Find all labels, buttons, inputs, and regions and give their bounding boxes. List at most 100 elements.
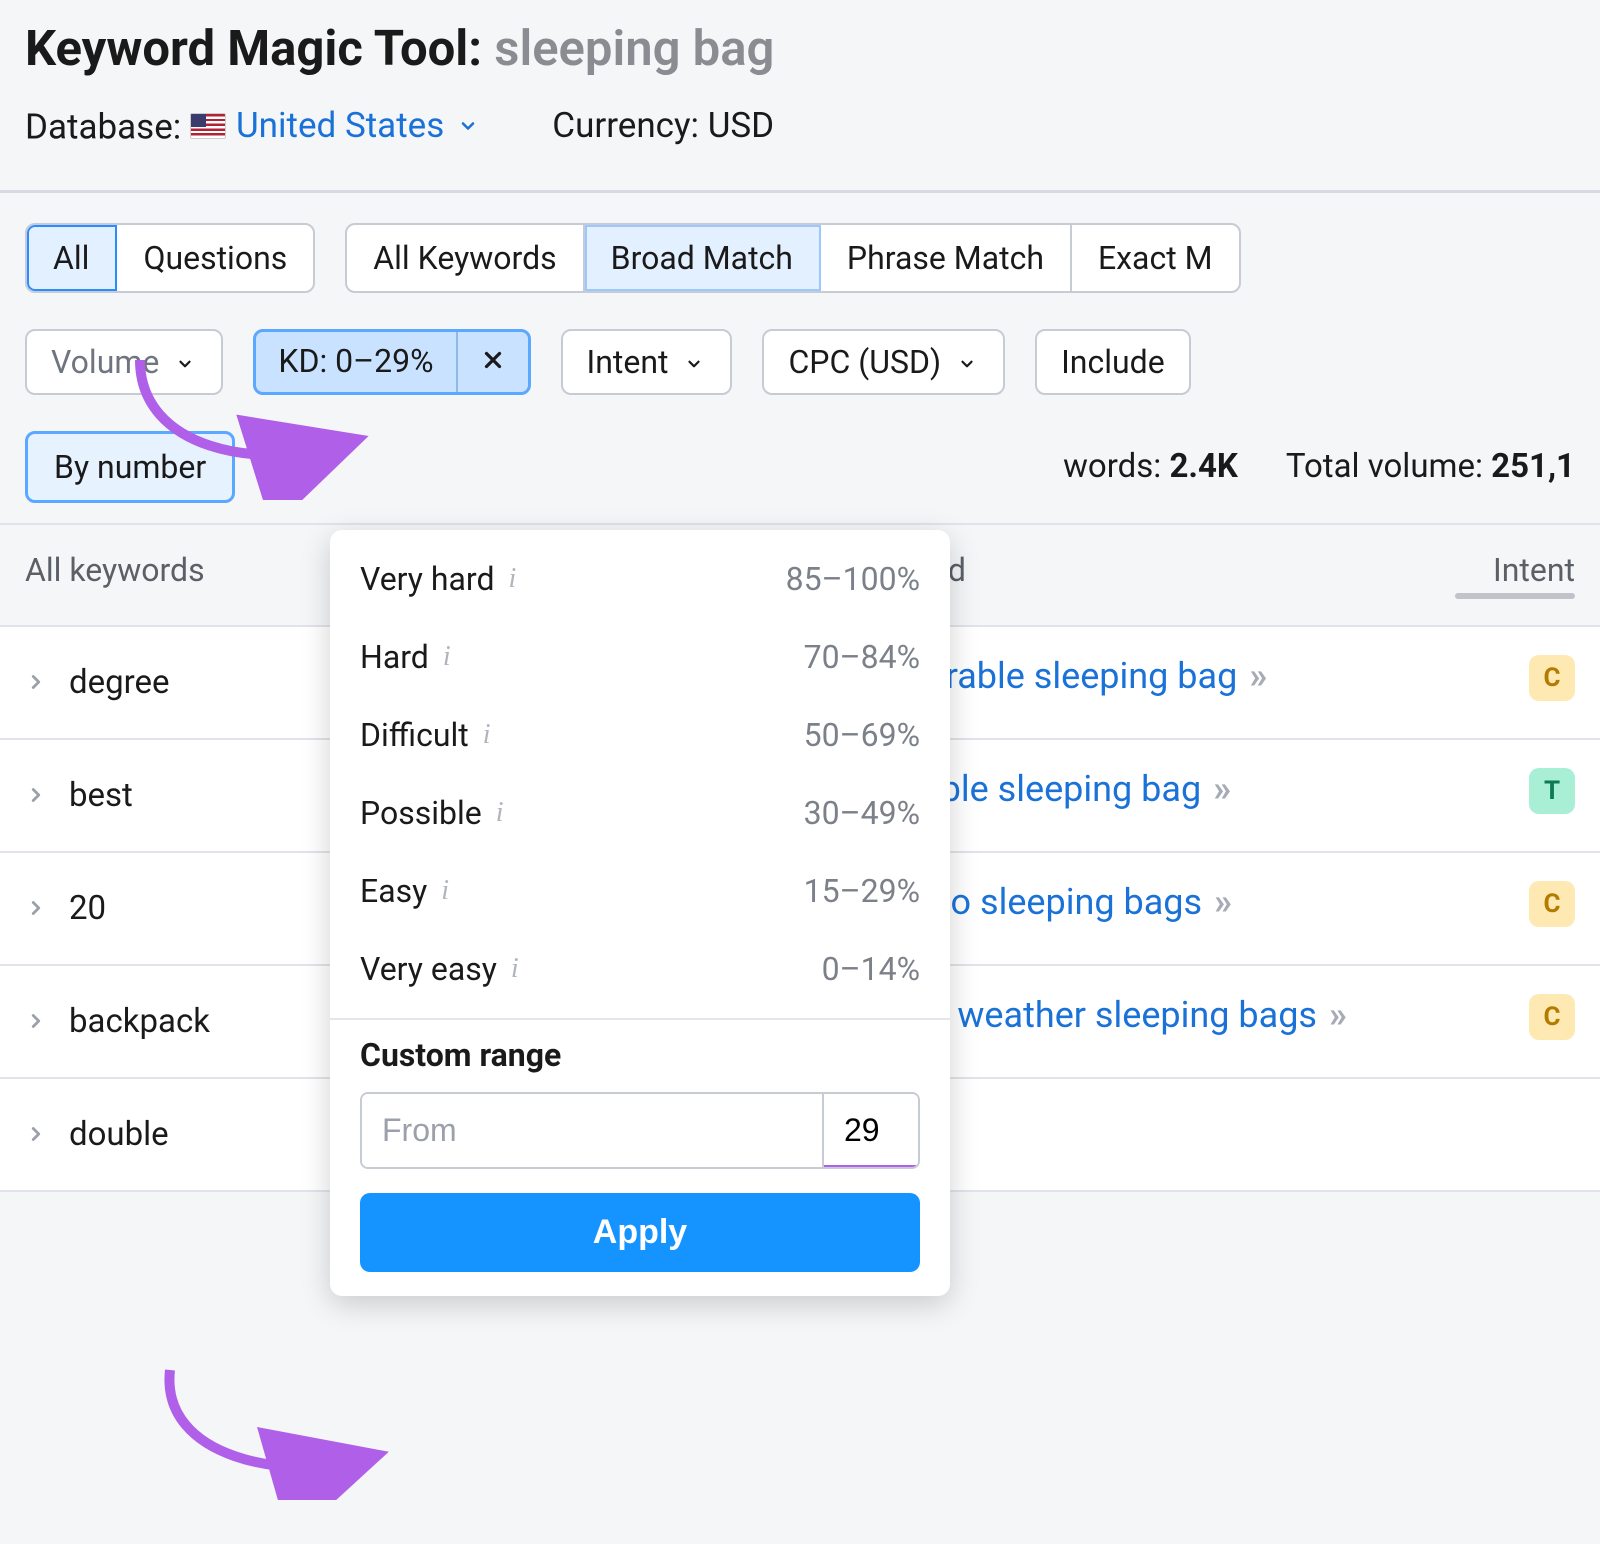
kd-option[interactable]: Very hard i 85–100% <box>330 540 950 618</box>
info-icon: i <box>508 563 516 595</box>
currency-block: Currency: USD <box>552 105 774 148</box>
range-from-input[interactable] <box>362 1094 822 1167</box>
database-label: Database: <box>25 107 181 148</box>
kd-dropdown-panel: Very hard i 85–100% Hard i 70–84% Difficult … <box>330 530 950 1296</box>
filter-cpc[interactable]: CPC (USD) <box>762 329 1005 395</box>
tab-all[interactable]: All <box>27 225 117 291</box>
chevron-down-icon <box>682 343 706 381</box>
title-prefix: Keyword Magic Tool: <box>25 20 482 77</box>
kd-option[interactable]: Difficult i 50–69% <box>330 696 950 774</box>
chevron-right-icon <box>25 1002 47 1041</box>
intent-cell: C <box>1440 853 1600 964</box>
currency-label: Currency: <box>552 105 699 146</box>
kd-option-range: 50–69% <box>804 716 920 754</box>
database-value: United States <box>236 105 444 146</box>
kd-option[interactable]: Very easy i 0–14% <box>330 930 950 1008</box>
dropdown-separator <box>330 1018 950 1020</box>
info-icon: i <box>496 797 504 829</box>
kd-option-range: 30–49% <box>804 794 920 832</box>
kd-option-label: Easy <box>360 872 427 910</box>
kd-option-range: 0–14% <box>822 950 920 988</box>
filter-cpc-label: CPC (USD) <box>788 343 941 381</box>
filter-volume-label: Volume <box>51 343 159 381</box>
sidebar-group-label: backpack <box>69 1002 210 1041</box>
tab-broad-match[interactable]: Broad Match <box>585 225 821 291</box>
sidebar-group-label: 20 <box>69 889 106 928</box>
column-keyword[interactable]: word <box>895 551 1415 599</box>
kd-option-label: Very hard <box>360 560 494 598</box>
double-chevron-icon: » <box>1329 994 1350 1036</box>
kd-option-label: Very easy <box>360 950 497 988</box>
double-chevron-icon: » <box>1214 881 1235 923</box>
chevron-right-icon <box>25 1115 47 1154</box>
stat-total-keywords: words: 2.4K <box>1063 447 1238 486</box>
tab-questions[interactable]: Questions <box>117 225 313 291</box>
custom-range-inputs <box>360 1092 920 1169</box>
chevron-down-icon <box>173 343 197 381</box>
tab-all-keywords[interactable]: All Keywords <box>347 225 584 291</box>
kd-option-range: 70–84% <box>804 638 920 676</box>
sidebar-group-label: degree <box>69 663 170 702</box>
info-icon: i <box>441 875 449 907</box>
filter-intent-label: Intent <box>587 343 669 381</box>
database-block: Database: United States <box>25 105 482 148</box>
intent-cell: T <box>1440 740 1600 851</box>
filter-include[interactable]: Include <box>1035 329 1191 395</box>
filter-volume[interactable]: Volume <box>25 329 223 395</box>
tab-exact-match[interactable]: Exact M <box>1072 225 1239 291</box>
filter-kd-active: KD: 0–29% <box>253 329 530 395</box>
filter-include-label: Include <box>1061 343 1165 381</box>
kd-option-label: Difficult <box>360 716 469 754</box>
intent-badge: C <box>1529 881 1575 927</box>
filter-kd-button[interactable]: KD: 0–29% <box>256 332 457 392</box>
close-icon <box>480 343 506 381</box>
info-icon: i <box>511 953 519 985</box>
match-type-tabs: All Keywords Broad Match Phrase Match Ex… <box>345 223 1240 293</box>
question-type-tabs: All Questions <box>25 223 315 293</box>
intent-cell <box>1440 1079 1600 1190</box>
kd-option[interactable]: Easy i 15–29% <box>330 852 950 930</box>
sort-by-number[interactable]: By number <box>25 431 235 503</box>
double-chevron-icon: » <box>1249 655 1270 697</box>
us-flag-icon <box>190 113 226 139</box>
chevron-right-icon <box>25 776 47 815</box>
keyword-cell: wearable sleeping bag» <box>870 627 1440 738</box>
kd-option-range: 15–29% <box>804 872 920 910</box>
intent-badge: T <box>1529 768 1575 814</box>
double-chevron-icon: » <box>1213 768 1234 810</box>
stat-total-volume: Total volume: 251,1 <box>1286 447 1575 486</box>
filter-intent[interactable]: Intent <box>561 329 733 395</box>
apply-button[interactable]: Apply <box>360 1193 920 1272</box>
column-intent[interactable]: Intent <box>1415 551 1575 599</box>
info-icon: i <box>483 719 491 751</box>
keyword-cell: cold weather sleeping bags» <box>870 966 1440 1077</box>
kd-option-label: Possible <box>360 794 482 832</box>
intent-cell: C <box>1440 627 1600 738</box>
keyword-cell: double sleeping bag» <box>870 740 1440 851</box>
keyword-cell <box>870 1079 1440 1190</box>
kd-option[interactable]: Possible i 30–49% <box>330 774 950 852</box>
kd-option-label: Hard <box>360 638 429 676</box>
chevron-down-icon <box>955 343 979 381</box>
column-sort-indicator <box>1455 593 1575 599</box>
sidebar-group-label: double <box>69 1115 169 1154</box>
range-to-input[interactable] <box>824 1094 920 1167</box>
kd-option-range: 85–100% <box>786 560 920 598</box>
annotation-arrow-icon <box>140 1360 400 1500</box>
intent-badge: C <box>1529 994 1575 1040</box>
sidebar-group-label: best <box>69 776 133 815</box>
keyword-cell: nemo sleeping bags» <box>870 853 1440 964</box>
info-icon: i <box>443 641 451 673</box>
page-title: Keyword Magic Tool: sleeping bag <box>25 20 1575 77</box>
database-select[interactable]: United States <box>190 105 482 146</box>
title-query: sleeping bag <box>494 20 774 77</box>
intent-cell: C <box>1440 966 1600 1077</box>
currency-value: USD <box>708 105 774 146</box>
chevron-down-icon <box>454 116 482 136</box>
filter-kd-clear[interactable] <box>458 332 528 392</box>
kd-option[interactable]: Hard i 70–84% <box>330 618 950 696</box>
tab-phrase-match[interactable]: Phrase Match <box>821 225 1072 291</box>
chevron-right-icon <box>25 889 47 928</box>
custom-range-title: Custom range <box>360 1036 920 1074</box>
intent-badge: C <box>1529 655 1575 701</box>
